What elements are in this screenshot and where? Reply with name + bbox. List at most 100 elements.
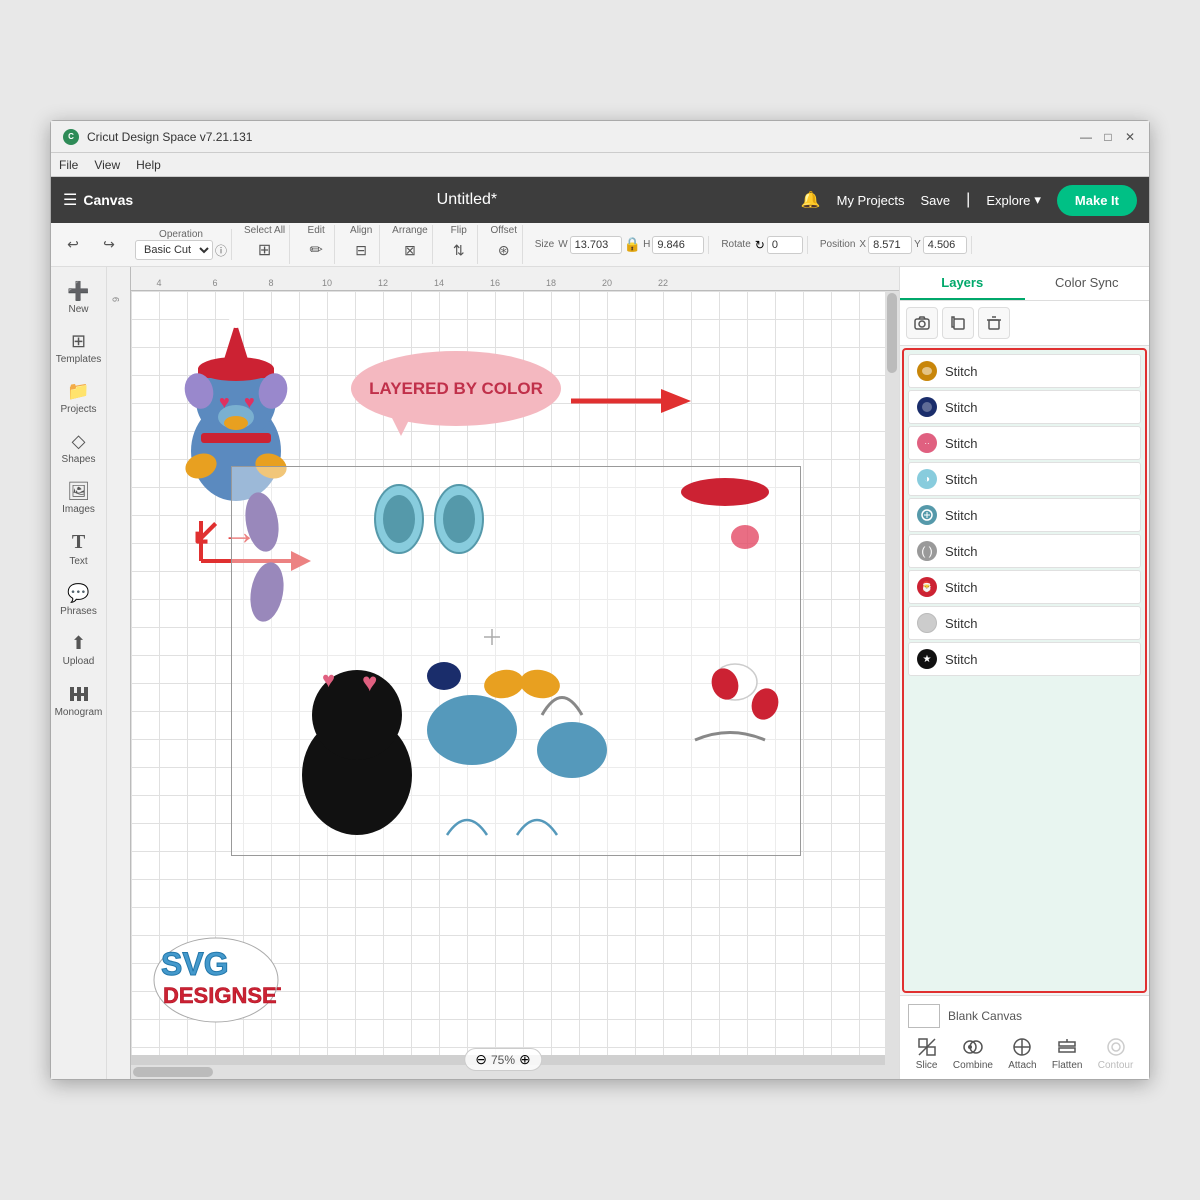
undo-button[interactable]: ↩: [59, 231, 87, 259]
layer-item-9[interactable]: ★ Stitch: [908, 642, 1141, 676]
arrange-button[interactable]: ⊠: [396, 236, 424, 264]
save-button[interactable]: Save: [921, 193, 951, 208]
edit-button[interactable]: ✏: [302, 236, 330, 264]
heart-2: ♥: [362, 667, 377, 698]
menu-view[interactable]: View: [94, 158, 120, 172]
redo-button[interactable]: ↪: [95, 231, 123, 259]
panel-delete-button[interactable]: [978, 307, 1010, 339]
select-all-group: Select All ⊞: [240, 225, 290, 264]
layer-color-3: ··: [917, 433, 937, 453]
combine-action[interactable]: Combine: [953, 1036, 993, 1071]
layer-item-7[interactable]: 🎅 Stitch: [908, 570, 1141, 604]
position-label: Position: [820, 239, 856, 250]
offset-label: Offset: [490, 225, 517, 236]
menu-file[interactable]: File: [59, 158, 78, 172]
my-projects-button[interactable]: My Projects: [837, 193, 905, 208]
layer-name-6: Stitch: [945, 544, 978, 559]
body-part-1: [422, 685, 522, 775]
flip-button[interactable]: ⇅: [445, 236, 473, 264]
sidebar-item-images[interactable]: 🖼 Images: [55, 475, 103, 521]
title-bar: C Cricut Design Space v7.21.131 — □ ✕: [51, 121, 1149, 153]
hamburger-menu-button[interactable]: ☰ Canvas: [63, 190, 133, 210]
contour-label: Contour: [1098, 1060, 1134, 1071]
flip-label: Flip: [451, 225, 467, 236]
sidebar-item-upload[interactable]: ⬆ Upload: [55, 627, 103, 673]
layer-item-1[interactable]: Stitch: [908, 354, 1141, 388]
canvas-area[interactable]: 4 6 8 10 12 14 16 18 20 22 9: [107, 267, 899, 1079]
layer-color-5: [917, 505, 937, 525]
projects-icon: 📁: [67, 381, 89, 402]
layer-item-4[interactable]: ◑ Stitch: [908, 462, 1141, 496]
layer-name-1: Stitch: [945, 364, 978, 379]
ruler-numbers-horizontal: 4 6 8 10 12 14 16 18 20 22: [131, 278, 691, 288]
arrow-to-layers: [571, 381, 691, 421]
layer-item-3[interactable]: ·· Stitch: [908, 426, 1141, 460]
menu-help[interactable]: Help: [136, 158, 161, 172]
layer-item-5[interactable]: Stitch: [908, 498, 1141, 532]
sidebar-item-phrases[interactable]: 💬 Phrases: [55, 577, 103, 623]
maximize-button[interactable]: □: [1101, 130, 1115, 144]
operation-select[interactable]: Basic Cut: [135, 240, 213, 260]
align-button[interactable]: ⊟: [347, 236, 375, 264]
close-button[interactable]: ✕: [1123, 130, 1137, 144]
operation-info-button[interactable]: ⓘ: [215, 242, 227, 259]
make-it-button[interactable]: Make It: [1057, 185, 1137, 216]
sidebar-item-text[interactable]: T Text: [55, 525, 103, 573]
app-title: Cricut Design Space v7.21.131: [87, 130, 252, 144]
sidebar-item-projects[interactable]: 📁 Projects: [55, 375, 103, 421]
layers-list: Stitch Stitch ·· Stitch: [902, 348, 1147, 993]
attach-action[interactable]: Attach: [1008, 1036, 1036, 1071]
vertical-scrollbar[interactable]: [885, 291, 899, 1065]
layer-color-6: ( ): [917, 541, 937, 561]
select-all-button[interactable]: ⊞: [251, 236, 279, 264]
position-y-input[interactable]: [923, 236, 967, 254]
size-group: Size W 🔒 H: [531, 236, 710, 254]
sidebar-item-shapes[interactable]: ◇ Shapes: [55, 425, 103, 471]
size-w-input[interactable]: [570, 236, 622, 254]
attach-label: Attach: [1008, 1060, 1036, 1071]
offset-button[interactable]: ⊛: [490, 236, 518, 264]
zoom-in-button[interactable]: ⊕: [519, 1051, 531, 1068]
sidebar-item-templates[interactable]: ⊞ Templates: [55, 325, 103, 371]
tab-color-sync[interactable]: Color Sync: [1025, 267, 1150, 300]
panel-camera-button[interactable]: [906, 307, 938, 339]
phrases-icon: 💬: [67, 583, 89, 604]
layer-item-8[interactable]: Stitch: [908, 606, 1141, 640]
panel-copy-button[interactable]: [942, 307, 974, 339]
layer-color-8: [917, 613, 937, 633]
sidebar-item-new[interactable]: ➕ New: [55, 275, 103, 321]
flatten-action[interactable]: Flatten: [1052, 1036, 1083, 1071]
size-h-input[interactable]: [652, 236, 704, 254]
copy-icon: [950, 315, 966, 331]
tab-layers[interactable]: Layers: [900, 267, 1025, 300]
position-group: Position X Y: [816, 236, 972, 254]
operation-group: Operation Basic Cut ⓘ: [131, 229, 232, 260]
zoom-out-button[interactable]: ⊖: [475, 1051, 487, 1068]
edit-label: Edit: [308, 225, 325, 236]
explore-button[interactable]: Explore ▾: [986, 192, 1041, 208]
sidebar-item-monogram[interactable]: Monogram: [55, 677, 103, 724]
rotate-input[interactable]: [767, 236, 803, 254]
size-label: Size: [535, 239, 554, 250]
ruler-num-14: 14: [411, 278, 467, 288]
ruler-num-18: 18: [523, 278, 579, 288]
main-content: ➕ New ⊞ Templates 📁 Projects ◇ Shapes 🖼 …: [51, 267, 1149, 1079]
contour-action[interactable]: Contour: [1098, 1036, 1134, 1071]
title-bar-controls: — □ ✕: [1079, 130, 1137, 144]
slice-action[interactable]: Slice: [916, 1036, 938, 1071]
bell-icon[interactable]: 🔔: [801, 190, 821, 210]
layer-item-2[interactable]: Stitch: [908, 390, 1141, 424]
layer-item-6[interactable]: ( ) Stitch: [908, 534, 1141, 568]
panel-tabs: Layers Color Sync: [900, 267, 1149, 301]
vertical-scroll-thumb[interactable]: [887, 293, 897, 373]
horizontal-scroll-thumb[interactable]: [133, 1067, 213, 1077]
layer-color-2: [917, 397, 937, 417]
title-bar-left: C Cricut Design Space v7.21.131: [63, 129, 252, 145]
minimize-button[interactable]: —: [1079, 130, 1093, 144]
ear-piece-left-2: [247, 557, 287, 627]
layer-name-7: Stitch: [945, 580, 978, 595]
layered-by-color-bubble: LAYERED BY COLOR: [351, 351, 561, 426]
position-x-input[interactable]: [868, 236, 912, 254]
ear-piece-left-1: [242, 487, 282, 557]
layered-text: LAYERED BY COLOR: [369, 379, 543, 399]
